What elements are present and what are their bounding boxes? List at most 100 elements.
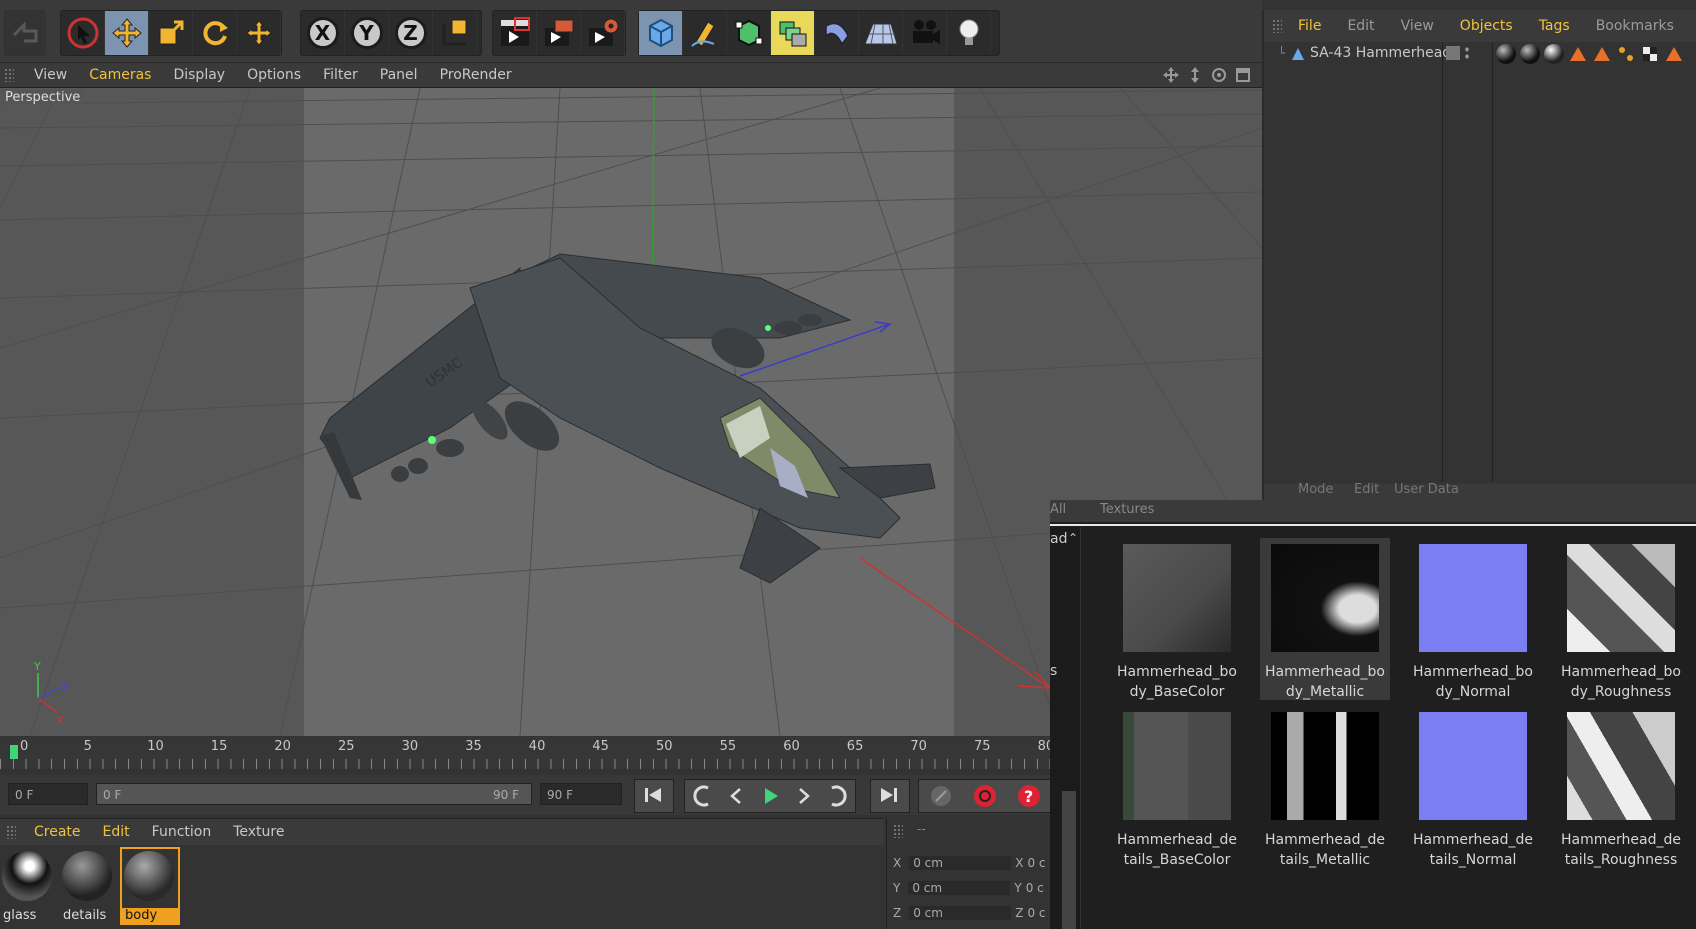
render-picture-viewer-button[interactable] xyxy=(537,11,581,55)
viewport-menu-display[interactable]: Display xyxy=(173,67,225,83)
step-back-icon[interactable] xyxy=(724,784,748,808)
texture-item[interactable]: Hammerhead_bo dy_BaseColor xyxy=(1112,538,1242,700)
pen-spline-button[interactable] xyxy=(683,11,727,55)
texture-label: Hammerhead_bo dy_Metallic xyxy=(1265,664,1385,700)
coord-x-field[interactable]: 0 cm xyxy=(909,856,1012,870)
viewport-menu-prorender[interactable]: ProRender xyxy=(440,67,512,83)
goto-start-button[interactable] xyxy=(634,779,674,813)
light-button[interactable] xyxy=(947,11,991,55)
filter-all-label[interactable]: All xyxy=(1050,502,1066,517)
objmenu-view[interactable]: View xyxy=(1401,18,1434,34)
texture-item[interactable]: Hammerhead_bo dy_Roughness xyxy=(1556,538,1686,700)
subdivision-button[interactable] xyxy=(727,11,771,55)
render-settings-button[interactable] xyxy=(581,11,625,55)
dolly-icon[interactable] xyxy=(1186,66,1204,84)
timeline-ruler[interactable]: 0 5 10 15 20 25 30 35 40 45 50 55 60 65 70 75 80 xyxy=(0,737,1054,769)
objmenu-edit[interactable]: Edit xyxy=(1347,18,1374,34)
record-keyframe-icon[interactable] xyxy=(972,783,998,809)
scale-tool-button[interactable] xyxy=(149,11,193,55)
pan-icon[interactable] xyxy=(1162,66,1180,84)
coord-y-field[interactable]: 0 cm xyxy=(908,881,1011,895)
viewport-menu-panel[interactable]: Panel xyxy=(380,67,418,83)
coord-y2-field[interactable]: 0 c xyxy=(1026,881,1044,895)
goto-end-button[interactable] xyxy=(870,779,910,813)
attr-menu-user-data[interactable]: User Data xyxy=(1394,482,1459,497)
z-axis-lock-button[interactable]: Z xyxy=(389,11,433,55)
textures-tab[interactable]: Textures xyxy=(1100,502,1154,517)
texture-item[interactable]: Hammerhead_de tails_Metallic xyxy=(1260,706,1390,868)
material-details[interactable]: details xyxy=(60,849,116,923)
recent-tool-button[interactable] xyxy=(237,11,281,55)
deformer-button[interactable] xyxy=(815,11,859,55)
max-frame-field[interactable]: 90 F xyxy=(540,783,622,805)
material-label: glass xyxy=(3,908,37,923)
sidebar-item-label[interactable]: ad xyxy=(1050,531,1067,547)
matmenu-edit[interactable]: Edit xyxy=(103,824,130,840)
objmenu-tags[interactable]: Tags xyxy=(1539,18,1570,34)
maximize-view-icon[interactable] xyxy=(1234,66,1252,84)
object-name[interactable]: SA-43 Hammerhead xyxy=(1310,45,1451,61)
viewport-menu-view[interactable]: View xyxy=(34,67,67,83)
sidebar-item-label[interactable]: s xyxy=(1050,663,1057,679)
frame-range-slider[interactable]: 0 F 90 F xyxy=(96,783,532,805)
texture-item[interactable]: Hammerhead_bo dy_Normal xyxy=(1408,538,1538,700)
texture-item[interactable]: Hammerhead_bo dy_Metallic xyxy=(1260,538,1390,700)
camera-button[interactable] xyxy=(903,11,947,55)
phong-tag-icon[interactable] xyxy=(1616,44,1636,64)
matmenu-texture[interactable]: Texture xyxy=(233,824,284,840)
coord-x2-field[interactable]: 0 c xyxy=(1027,856,1045,870)
rotate-tool-button[interactable] xyxy=(193,11,237,55)
objmenu-bookmarks[interactable]: Bookmarks xyxy=(1596,18,1674,34)
texture-tag-icon[interactable] xyxy=(1568,44,1588,64)
panel-grip-icon xyxy=(4,68,14,82)
coord-z-field[interactable]: 0 cm xyxy=(909,906,1012,920)
visibility-dots-icon[interactable] xyxy=(1464,46,1470,60)
collapse-chevron-icon[interactable]: ⌃ xyxy=(1068,531,1078,545)
attr-menu-edit[interactable]: Edit xyxy=(1354,482,1379,497)
texture-item[interactable]: Hammerhead_de tails_BaseColor xyxy=(1112,706,1242,868)
material-body[interactable]: body xyxy=(120,847,180,925)
undo-button[interactable] xyxy=(5,11,45,55)
texture-item[interactable]: Hammerhead_de tails_Roughness xyxy=(1556,706,1686,868)
render-view-button[interactable] xyxy=(493,11,537,55)
matmenu-function[interactable]: Function xyxy=(152,824,212,840)
play-icon[interactable] xyxy=(758,784,782,808)
render-tools xyxy=(492,10,626,56)
previous-key-icon[interactable] xyxy=(690,784,714,808)
texture-item[interactable]: Hammerhead_de tails_Normal xyxy=(1408,706,1538,868)
current-frame-field[interactable]: 0 F xyxy=(8,783,88,805)
objmenu-file[interactable]: File xyxy=(1298,18,1321,34)
floor-button[interactable] xyxy=(859,11,903,55)
material-tag-icon[interactable] xyxy=(1520,44,1540,64)
cloner-button[interactable] xyxy=(771,11,815,55)
material-glass[interactable]: glass xyxy=(0,849,56,923)
help-icon[interactable]: ? xyxy=(1016,783,1042,809)
viewport-camera-label[interactable]: Perspective xyxy=(2,90,84,105)
orbit-icon[interactable] xyxy=(1210,66,1228,84)
checker-tag-icon[interactable] xyxy=(1640,44,1660,64)
viewport-menu-filter[interactable]: Filter xyxy=(323,67,358,83)
next-key-icon[interactable] xyxy=(826,784,850,808)
material-tag-icon[interactable] xyxy=(1496,44,1516,64)
texture-tag-icon[interactable] xyxy=(1592,44,1612,64)
autokey-icon[interactable] xyxy=(928,783,954,809)
step-forward-icon[interactable] xyxy=(792,784,816,808)
layer-icon[interactable] xyxy=(1446,46,1460,60)
texture-tag-icon[interactable] xyxy=(1664,44,1684,64)
select-tool-button[interactable] xyxy=(61,11,105,55)
attr-menu-mode[interactable]: Mode xyxy=(1298,482,1333,497)
coord-z2-field[interactable]: 0 c xyxy=(1027,906,1045,920)
material-tag-icon[interactable] xyxy=(1544,44,1564,64)
objmenu-objects[interactable]: Objects xyxy=(1460,18,1513,34)
object-row[interactable]: └ SA-43 Hammerhead xyxy=(1264,42,1696,66)
matmenu-create[interactable]: Create xyxy=(34,824,81,840)
coordinate-system-button[interactable] xyxy=(433,11,477,55)
attribute-manager-menubar: Mode Edit User Data xyxy=(1264,482,1696,500)
move-tool-button[interactable] xyxy=(105,11,149,55)
viewport-menu-options[interactable]: Options xyxy=(247,67,301,83)
x-axis-lock-button[interactable]: X xyxy=(301,11,345,55)
viewport-menu-cameras[interactable]: Cameras xyxy=(89,67,151,83)
cube-primitive-button[interactable] xyxy=(639,11,683,55)
sidebar-scrollbar[interactable] xyxy=(1062,791,1076,929)
y-axis-lock-button[interactable]: Y xyxy=(345,11,389,55)
